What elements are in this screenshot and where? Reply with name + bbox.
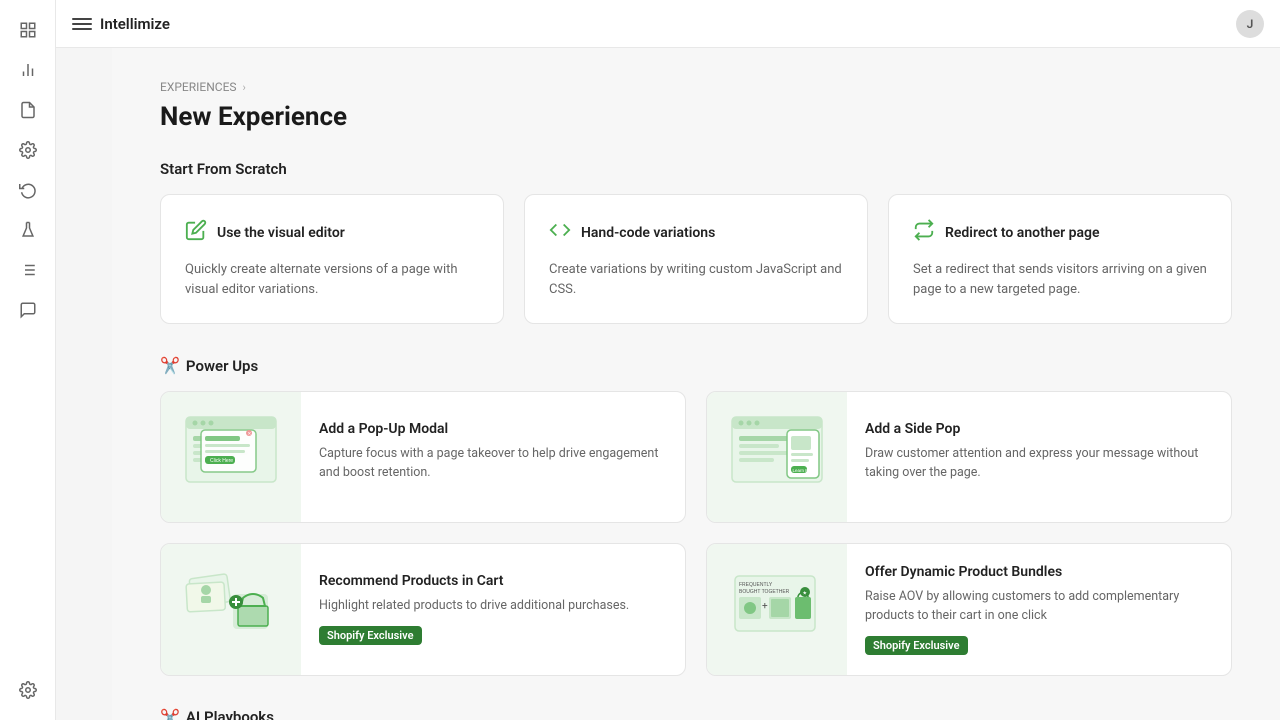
svg-text:BOUGHT TOGETHER: BOUGHT TOGETHER	[739, 589, 790, 595]
card-hand-code[interactable]: Hand-code variations Create variations b…	[524, 194, 868, 324]
breadcrumb-parent[interactable]: EXPERIENCES	[160, 80, 237, 94]
shopify-badge-bundles: Shopify Exclusive	[865, 636, 968, 655]
card-product-bundles-desc: Raise AOV by allowing customers to add c…	[865, 588, 1213, 626]
card-side-pop-content: Add a Side Pop Draw customer attention a…	[847, 392, 1231, 522]
card-side-pop[interactable]: Learn More Add a Side Pop Draw customer …	[706, 391, 1232, 523]
svg-text:FREQUENTLY: FREQUENTLY	[739, 582, 773, 588]
power-cards-row-1: Click Here ✕ Add a Pop-Up Modal Capture …	[160, 391, 1232, 523]
sidebar-bottom-nav	[10, 672, 46, 708]
sidebar-item-history[interactable]	[10, 172, 46, 208]
ai-playbooks-section: ✂️ AI Playbooks	[160, 708, 1232, 720]
page-title: New Experience	[160, 102, 1232, 132]
section-title-power-ups: ✂️ Power Ups	[160, 356, 1232, 375]
sidebar-item-settings-page[interactable]	[10, 132, 46, 168]
section-title-ai-playbooks: ✂️ AI Playbooks	[160, 708, 1232, 720]
sidebar-item-dashboard[interactable]	[10, 12, 46, 48]
card-hand-code-title: Hand-code variations	[581, 225, 715, 241]
card-popup-modal-desc: Capture focus with a page takeover to he…	[319, 445, 667, 483]
card-hand-code-desc: Create variations by writing custom Java…	[549, 260, 843, 299]
sidebar-item-analytics[interactable]	[10, 52, 46, 88]
sidebar	[0, 0, 56, 720]
sidebar-item-filters[interactable]	[10, 252, 46, 288]
sidebar-nav	[10, 12, 46, 668]
redirect-icon	[913, 219, 935, 246]
sidebar-item-reports[interactable]	[10, 92, 46, 128]
card-side-pop-image: Learn More	[707, 392, 847, 522]
card-popup-modal[interactable]: Click Here ✕ Add a Pop-Up Modal Capture …	[160, 391, 686, 523]
card-redirect-header: Redirect to another page	[913, 219, 1207, 246]
card-redirect-title: Redirect to another page	[945, 225, 1100, 241]
code-icon	[549, 219, 571, 246]
main-content: EXPERIENCES › New Experience Start From …	[112, 48, 1280, 720]
card-recommend-products-title: Recommend Products in Cart	[319, 573, 629, 589]
scratch-section-label: Start From Scratch	[160, 160, 287, 178]
card-hand-code-header: Hand-code variations	[549, 219, 843, 246]
breadcrumb-separator: ›	[243, 81, 246, 94]
breadcrumb: EXPERIENCES ›	[160, 80, 1232, 94]
sidebar-item-messages[interactable]	[10, 292, 46, 328]
card-recommend-products-content: Recommend Products in Cart Highlight rel…	[301, 544, 647, 675]
card-visual-editor[interactable]: Use the visual editor Quickly create alt…	[160, 194, 504, 324]
card-side-pop-desc: Draw customer attention and express your…	[865, 445, 1213, 483]
svg-text:Learn More: Learn More	[793, 468, 817, 473]
card-recommend-products-image	[161, 544, 301, 675]
scratch-cards-row: Use the visual editor Quickly create alt…	[160, 194, 1232, 324]
svg-text:+: +	[762, 601, 768, 612]
sidebar-item-global-settings[interactable]	[10, 672, 46, 708]
card-side-pop-title: Add a Side Pop	[865, 421, 1213, 437]
app-name: Intellimize	[100, 15, 170, 33]
power-cards-row-2: Recommend Products in Cart Highlight rel…	[160, 543, 1232, 676]
card-product-bundles-title: Offer Dynamic Product Bundles	[865, 564, 1213, 580]
svg-text:Click Here: Click Here	[210, 458, 233, 464]
sidebar-item-experiments[interactable]	[10, 212, 46, 248]
power-ups-icon: ✂️	[160, 356, 180, 375]
card-redirect[interactable]: Redirect to another page Set a redirect …	[888, 194, 1232, 324]
pencil-icon	[185, 219, 207, 246]
card-product-bundles-content: Offer Dynamic Product Bundles Raise AOV …	[847, 544, 1231, 675]
svg-text:★: ★	[803, 591, 808, 597]
menu-toggle-icon[interactable]	[72, 14, 92, 34]
card-recommend-products[interactable]: Recommend Products in Cart Highlight rel…	[160, 543, 686, 676]
card-redirect-desc: Set a redirect that sends visitors arriv…	[913, 260, 1207, 299]
card-popup-modal-title: Add a Pop-Up Modal	[319, 421, 667, 437]
card-visual-editor-header: Use the visual editor	[185, 219, 479, 246]
card-visual-editor-title: Use the visual editor	[217, 225, 345, 241]
card-recommend-products-desc: Highlight related products to drive addi…	[319, 597, 629, 616]
power-ups-label: Power Ups	[186, 357, 258, 375]
topbar-right: J	[1236, 10, 1264, 38]
ai-playbooks-icon: ✂️	[160, 708, 180, 720]
card-product-bundles[interactable]: FREQUENTLY BOUGHT TOGETHER + ★	[706, 543, 1232, 676]
svg-text:✕: ✕	[248, 431, 252, 436]
card-popup-modal-image: Click Here ✕	[161, 392, 301, 522]
card-popup-modal-content: Add a Pop-Up Modal Capture focus with a …	[301, 392, 685, 522]
topbar-left: Intellimize	[72, 14, 170, 34]
card-visual-editor-desc: Quickly create alternate versions of a p…	[185, 260, 479, 299]
user-avatar[interactable]: J	[1236, 10, 1264, 38]
section-title-scratch: Start From Scratch	[160, 160, 1232, 178]
ai-playbooks-label: AI Playbooks	[186, 708, 274, 720]
card-product-bundles-image: FREQUENTLY BOUGHT TOGETHER + ★	[707, 544, 847, 675]
topbar: Intellimize J	[56, 0, 1280, 48]
shopify-badge-recommend: Shopify Exclusive	[319, 626, 422, 645]
